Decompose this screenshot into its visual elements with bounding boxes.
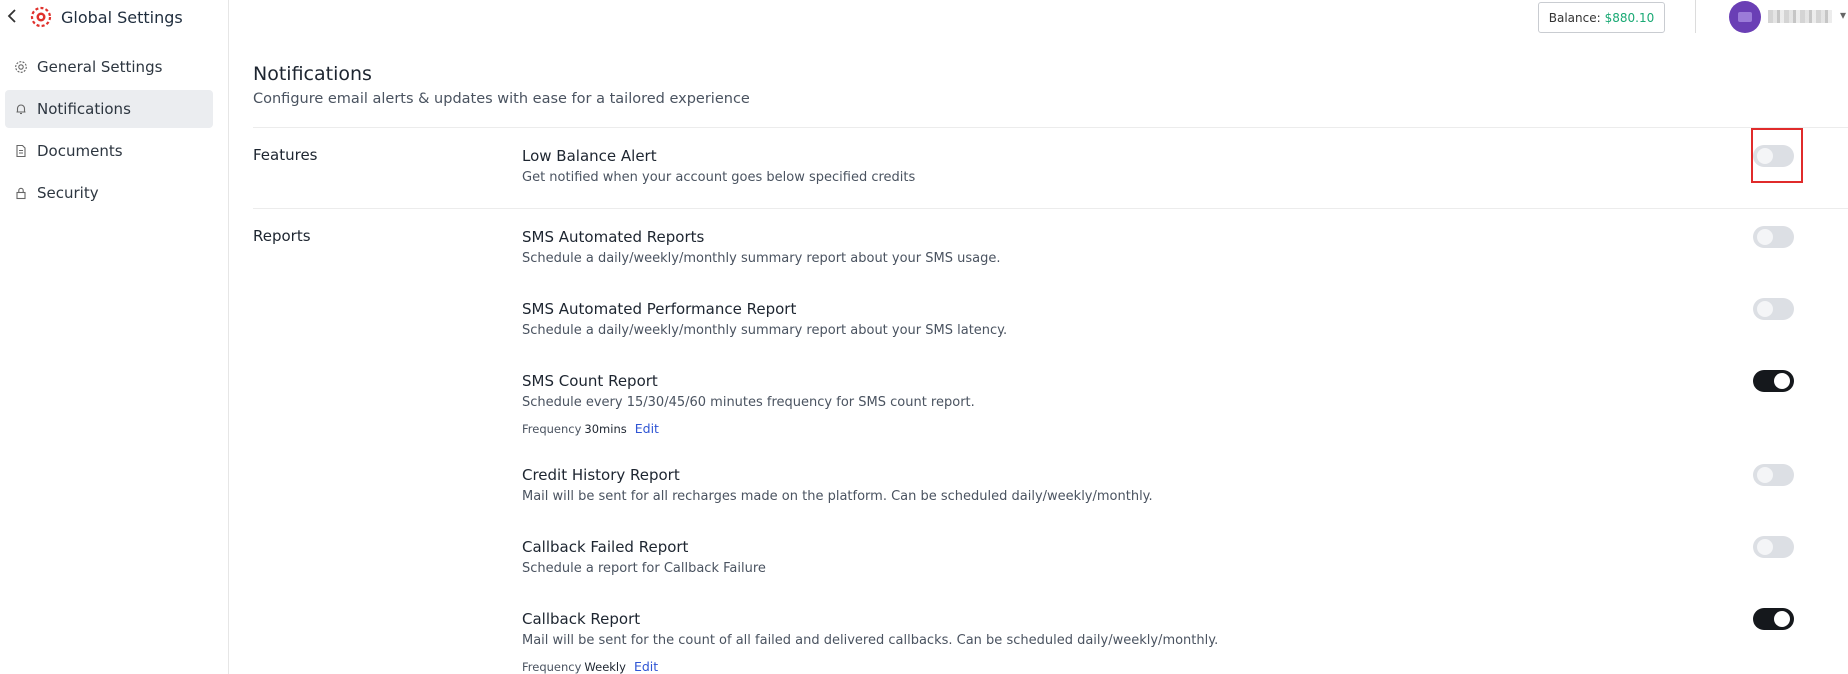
balance-amount: $880.10 [1604, 10, 1655, 25]
row-description: Mail will be sent for the count of all f… [522, 633, 1219, 648]
balance-label: Balance: [1548, 10, 1601, 25]
gear-icon [15, 61, 27, 73]
sidebar-nav: General Settings Notifications Documents… [5, 48, 213, 216]
sidebar-item-label: Security [37, 184, 99, 202]
row-frequency: Frequency Weekly Edit [522, 659, 658, 674]
toggle-knob [1757, 301, 1773, 317]
toggle-sms-automated-reports[interactable] [1753, 226, 1794, 248]
page-title: Notifications [253, 63, 372, 85]
balance-button[interactable]: Balance: $880.10 [1538, 2, 1665, 33]
highlight-box [1751, 128, 1803, 183]
row-title: SMS Automated Performance Report [522, 300, 797, 318]
logo-icon [30, 6, 52, 28]
toggle-knob [1774, 611, 1790, 627]
frequency-label: Frequency [522, 422, 582, 436]
row-description: Schedule every 15/30/45/60 minutes frequ… [522, 395, 975, 410]
frequency-value: 30mins [584, 422, 627, 436]
avatar-image-icon [1738, 12, 1752, 22]
toggle-knob [1774, 373, 1790, 389]
row-title: SMS Automated Reports [522, 228, 705, 246]
toggle-sms-automated-performance-report[interactable] [1753, 298, 1794, 320]
header-divider [1695, 0, 1696, 33]
row-description: Schedule a daily/weekly/monthly summary … [522, 323, 1008, 338]
avatar[interactable] [1729, 1, 1761, 33]
sidebar: Global Settings General Settings Notific… [0, 0, 229, 674]
lock-icon [16, 187, 26, 200]
sidebar-item-security[interactable]: Security [5, 174, 213, 212]
sidebar-item-label: Notifications [37, 100, 131, 118]
chevron-left-icon [7, 9, 16, 23]
row-description: Mail will be sent for all recharges made… [522, 489, 1153, 504]
sidebar-item-documents[interactable]: Documents [5, 132, 213, 170]
divider [253, 127, 1848, 128]
edit-frequency-link[interactable]: Edit [635, 421, 659, 436]
sidebar-item-general-settings[interactable]: General Settings [5, 48, 213, 86]
divider [253, 208, 1848, 209]
row-title: Callback Report [522, 610, 641, 628]
document-icon [16, 144, 26, 158]
row-title: Low Balance Alert [522, 147, 657, 165]
toggle-sms-count-report[interactable] [1753, 370, 1794, 392]
back-button[interactable] [3, 6, 21, 26]
sidebar-title: Global Settings [61, 8, 183, 27]
toggle-knob [1757, 539, 1773, 555]
row-description: Schedule a daily/weekly/monthly summary … [522, 251, 1001, 266]
row-description: Schedule a report for Callback Failure [522, 561, 766, 576]
sidebar-header: Global Settings [0, 0, 229, 34]
section-label-features: Features [253, 146, 318, 164]
page-subtitle: Configure email alerts & updates with ea… [253, 91, 750, 107]
row-title: SMS Count Report [522, 372, 658, 390]
toggle-knob [1757, 229, 1773, 245]
edit-frequency-link[interactable]: Edit [634, 659, 658, 674]
toggle-callback-failed-report[interactable] [1753, 536, 1794, 558]
sidebar-item-label: Documents [37, 142, 123, 160]
section-label-reports: Reports [253, 227, 311, 245]
chevron-down-icon[interactable]: ▾ [1840, 8, 1846, 22]
sidebar-item-label: General Settings [37, 58, 163, 76]
sidebar-item-notifications[interactable]: Notifications [5, 90, 213, 128]
row-description: Get notified when your account goes belo… [522, 170, 916, 185]
toggle-knob [1757, 467, 1773, 483]
frequency-value: Weekly [584, 660, 626, 674]
row-frequency: Frequency 30mins Edit [522, 421, 659, 436]
frequency-label: Frequency [522, 660, 582, 674]
user-name-redacted[interactable] [1768, 10, 1832, 23]
toggle-credit-history-report[interactable] [1753, 464, 1794, 486]
toggle-callback-report[interactable] [1753, 608, 1794, 630]
row-title: Callback Failed Report [522, 538, 689, 556]
bell-icon [16, 104, 26, 115]
row-title: Credit History Report [522, 466, 680, 484]
